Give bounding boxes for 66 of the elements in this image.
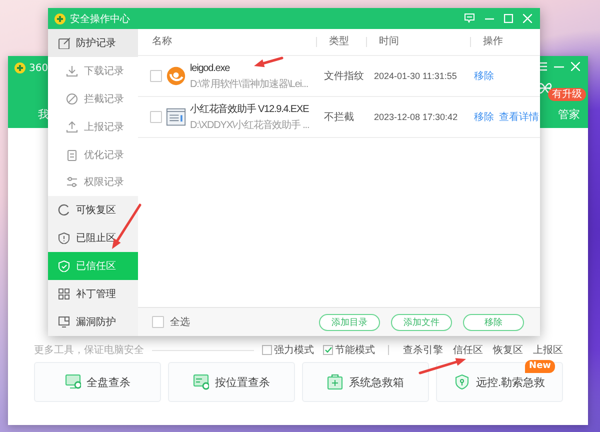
option-checkbox[interactable]: 强力模式 — [262, 343, 314, 357]
toolbar-link[interactable]: 恢复区 — [493, 343, 523, 357]
shield-icon — [58, 232, 70, 244]
feedback-icon[interactable] — [464, 13, 475, 24]
table-cell-text: 不拦截 — [323, 110, 355, 124]
toolbar-link[interactable]: 信任区 — [453, 343, 483, 357]
file-name: leigod.exe — [190, 62, 230, 74]
tool-button[interactable]: 按位置查杀 — [168, 362, 295, 402]
annotation-arrow — [254, 56, 284, 68]
window-file-icon — [166, 107, 186, 127]
upgrade-badge: 有升级 — [548, 88, 586, 100]
caption-text: 更多工具，保证电脑安全 — [34, 344, 144, 357]
sidebar-item[interactable]: 漏洞防护 — [48, 308, 138, 336]
file-name: 小红花音效助手 V12.9.4.EXE — [190, 102, 309, 116]
file-path: D:\XDDYX\小红花音效助手 ... — [190, 118, 310, 132]
maximize-icon[interactable] — [504, 14, 513, 23]
table-cell-text: 2023-12-08 17:30:42 — [373, 112, 459, 122]
refresh-icon — [58, 204, 70, 216]
block-icon — [66, 92, 78, 105]
sidebar-item[interactable]: 已阻止区 — [48, 224, 138, 252]
window-title: 安全操作中心 — [70, 12, 130, 26]
list-scan-icon — [193, 374, 209, 390]
logo-icon — [54, 12, 66, 24]
tool-button[interactable]: 系统急救箱 — [302, 362, 429, 402]
shield-check-icon — [58, 260, 70, 272]
toolbar-link[interactable]: 查杀引擎 — [403, 343, 443, 357]
logo-icon — [14, 62, 26, 74]
app-logo-icon — [166, 66, 186, 86]
grid-icon — [58, 288, 70, 300]
file-path: D:\常用软件\雷神加速器\Lei... — [190, 78, 308, 90]
first-aid-kit-icon — [327, 374, 343, 390]
tool-button[interactable]: 全盘查杀 — [34, 362, 161, 402]
monitor-scan-icon — [64, 374, 80, 390]
sidebar-item[interactable]: 拦截记录 — [48, 84, 138, 113]
table-cell-text: 2024-01-30 11:31:55 — [373, 71, 458, 81]
sidebar-item[interactable]: 下载记录 — [48, 56, 138, 85]
row-checkbox[interactable] — [150, 70, 162, 82]
column-header: 类型 — [316, 37, 366, 47]
close-icon[interactable] — [523, 14, 532, 23]
close-icon[interactable] — [571, 62, 580, 71]
toolbar-link[interactable]: 上报区 — [533, 343, 563, 357]
check-icon — [324, 347, 332, 353]
row-checkbox[interactable] — [150, 111, 162, 123]
sidebar-item[interactable]: 权限记录 — [48, 168, 138, 196]
sidebar-item[interactable]: 可恢复区 — [48, 196, 138, 224]
clipboard-icon — [66, 148, 78, 160]
option-checkbox[interactable]: 节能模式 — [323, 343, 375, 357]
annotation-arrow — [418, 358, 466, 374]
sidebar-item[interactable]: 上报记录 — [48, 112, 138, 141]
sidebar-item[interactable]: 防护记录 — [48, 29, 138, 57]
download-icon — [66, 64, 78, 77]
table-cell-text: 文件指纹 — [323, 70, 365, 83]
sliders-icon — [66, 176, 78, 188]
upload-icon — [66, 120, 78, 133]
header-label: 管家 — [558, 107, 580, 122]
sidebar-item[interactable]: 优化记录 — [48, 140, 138, 168]
shield-icon — [454, 374, 470, 390]
column-header: 操作 — [470, 37, 540, 47]
new-badge: New — [525, 360, 555, 373]
column-header: 时间 — [366, 37, 470, 47]
monitor-icon — [58, 316, 70, 328]
window-title: 360 — [29, 62, 48, 74]
sidebar-item[interactable]: 补丁管理 — [48, 280, 138, 308]
edit-icon — [58, 36, 70, 49]
select-all-checkbox[interactable]: 全选 — [152, 315, 190, 329]
column-header: 名称 — [151, 37, 173, 47]
